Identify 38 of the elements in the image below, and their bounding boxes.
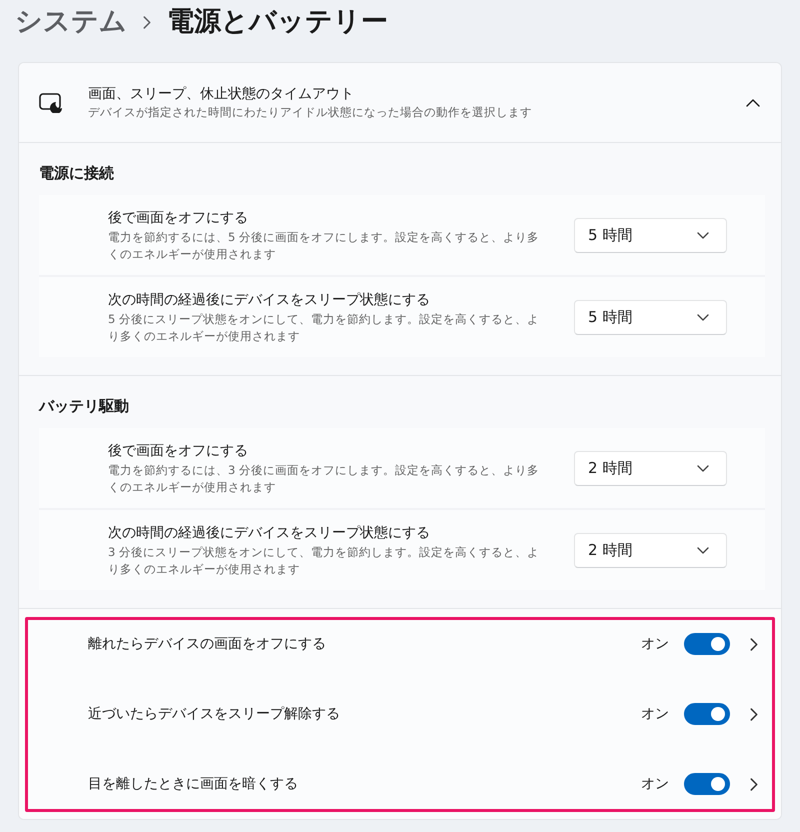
setting-description: 3 分後にスリープ状態をオンにして、電力を節約します。設定を高くすると、より多くのエネルギーが使用されます — [108, 544, 540, 578]
screen-moon-icon — [39, 92, 63, 112]
setting-description: 電力を節約するには、5 分後に画面をオフにします。設定を高くすると、より多くのエネルギーが使用されます — [108, 228, 540, 262]
breadcrumb-link[interactable]: システム — [15, 4, 127, 40]
chevron-down-icon — [697, 546, 709, 554]
setting-label: 近づいたらデバイスをスリープ解除する — [88, 705, 341, 723]
chevron-down-icon — [697, 232, 709, 238]
section-heading: 電源に接続 — [39, 163, 115, 183]
chevron-right-icon[interactable] — [750, 778, 758, 790]
page-title: 電源とバッテリー — [167, 5, 388, 39]
toggle-state-label: オン — [641, 635, 669, 653]
setting-label: 次の時間の経過後にデバイスをスリープ状態にする — [108, 290, 431, 310]
setting-label: 後で画面をオフにする — [108, 208, 249, 228]
toggle-switch[interactable] — [684, 703, 730, 725]
toggle-switch[interactable] — [684, 773, 730, 795]
chevron-right-icon — [143, 16, 151, 28]
setting-label: 目を離したときに画面を暗くする — [88, 775, 299, 793]
setting-label: 後で画面をオフにする — [108, 442, 249, 460]
chevron-down-icon — [697, 464, 709, 472]
section-heading: バッテリ駆動 — [39, 396, 130, 416]
setting-label: 離れたらデバイスの画面をオフにする — [88, 635, 327, 653]
chevron-right-icon[interactable] — [750, 708, 758, 720]
toggle-state-label: オン — [641, 775, 669, 793]
time-dropdown[interactable]: 2 時間 — [574, 532, 727, 568]
time-dropdown[interactable]: 5 時間 — [574, 300, 727, 334]
time-dropdown[interactable]: 2 時間 — [574, 450, 727, 486]
chevron-down-icon — [697, 314, 709, 320]
setting-label: 次の時間の経過後にデバイスをスリープ状態にする — [108, 524, 431, 542]
expander-header[interactable]: 画面、スリープ、休止状態のタイムアウト デバイスが指定された時間にわたりアイドル状態になった場合の動作を選択します — [19, 63, 781, 143]
toggle-switch[interactable] — [684, 633, 730, 655]
chevron-right-icon[interactable] — [750, 638, 758, 650]
setting-description: 5 分後にスリープ状態をオンにして、電力を節約します。設定を高くすると、より多くのエネルギーが使用されます — [108, 310, 540, 344]
panel-subtitle: デバイスが指定された時間にわたりアイドル状態になった場合の動作を選択します — [88, 104, 533, 121]
setting-description: 電力を節約するには、3 分後に画面をオフにします。設定を高くすると、より多くのエネルギーが使用されます — [108, 462, 540, 496]
panel-title: 画面、スリープ、休止状態のタイムアウト — [88, 85, 355, 104]
time-dropdown[interactable]: 5 時間 — [574, 218, 727, 252]
toggle-state-label: オン — [641, 705, 669, 723]
chevron-up-icon[interactable] — [746, 98, 760, 106]
